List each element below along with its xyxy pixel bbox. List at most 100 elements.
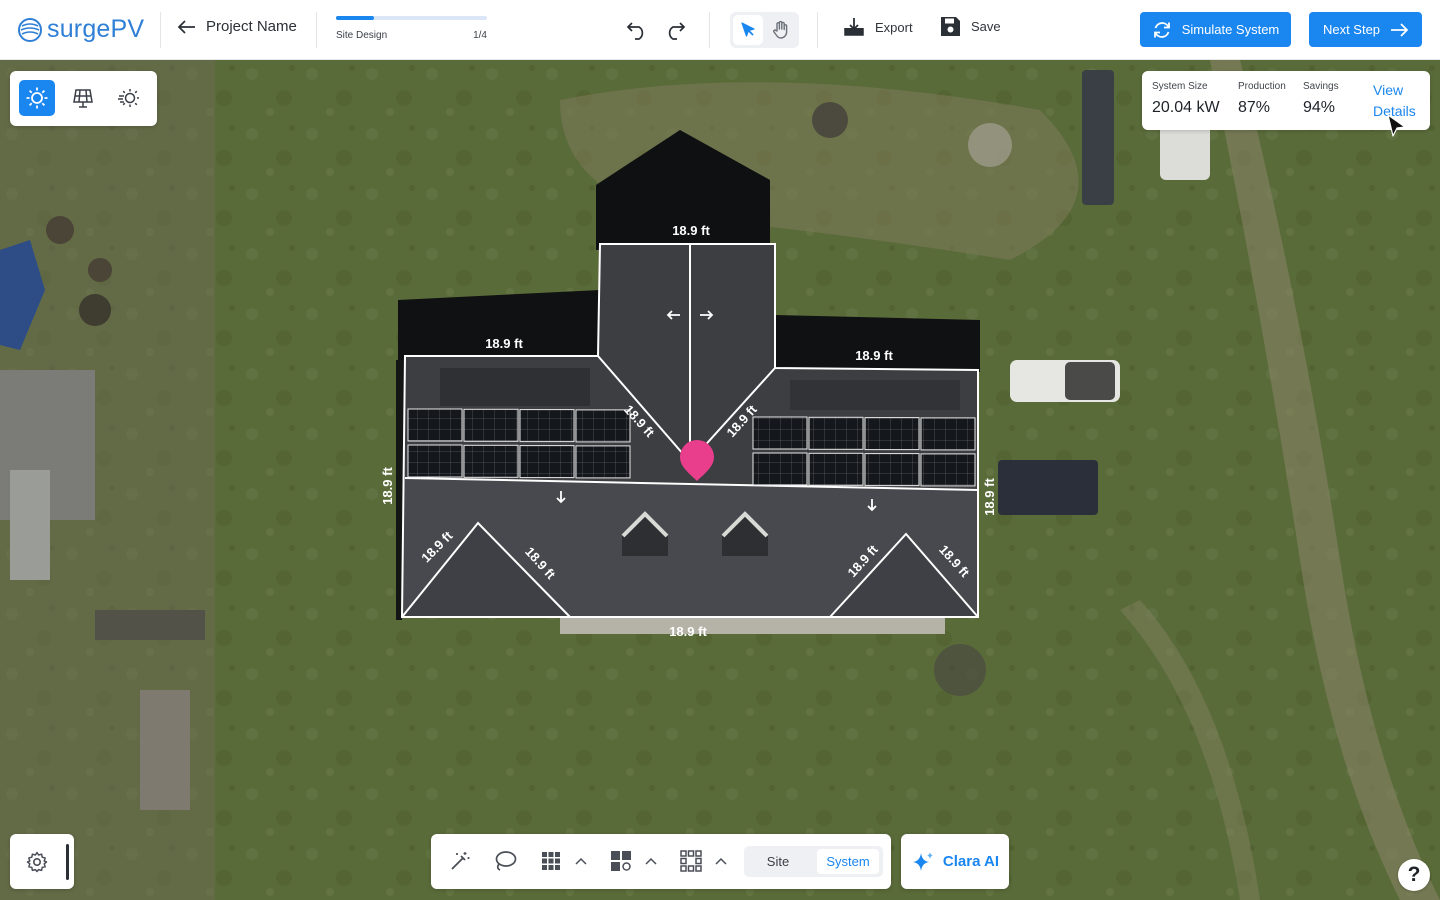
solar-panel-module[interactable] — [407, 408, 463, 442]
sun-view-button[interactable] — [19, 80, 55, 116]
arrow-left-icon — [178, 19, 195, 34]
divider — [709, 12, 710, 48]
hand-icon — [773, 20, 788, 39]
panel-view-button[interactable] — [65, 80, 101, 116]
select-mode-button[interactable] — [733, 15, 763, 45]
settings-panel — [10, 834, 74, 889]
grid-options-toggle[interactable] — [571, 846, 591, 876]
system-size-label: System Size — [1152, 81, 1208, 92]
solar-panel-module[interactable] — [463, 444, 519, 478]
layout-options-toggle[interactable] — [641, 846, 661, 876]
magic-wand-button[interactable] — [445, 846, 475, 876]
project-name: Project Name — [206, 18, 297, 35]
panel-layout-icon — [611, 851, 631, 871]
drawing-toolbar: Site System — [431, 834, 891, 889]
map-canvas[interactable]: 18.9 ft 18.9 ft 18.9 ft 18.9 ft 18.9 ft … — [0, 60, 1440, 900]
solar-panel-module[interactable] — [808, 416, 864, 450]
dimension-label: 18.9 ft — [418, 528, 456, 566]
back-button[interactable]: Project Name — [178, 18, 297, 35]
lasso-button[interactable] — [490, 846, 520, 876]
simulate-system-button[interactable]: Simulate System — [1140, 12, 1291, 47]
top-bar: surgePV Project Name Site Design 1/4 Exp… — [0, 0, 1440, 60]
dimension-label: 18.9 ft — [669, 624, 707, 639]
pan-mode-button[interactable] — [766, 15, 796, 45]
array-options-toggle[interactable] — [711, 846, 731, 876]
redo-icon — [668, 22, 686, 40]
magic-wand-icon — [451, 852, 470, 870]
solar-panel-module[interactable] — [407, 444, 463, 478]
lasso-icon — [495, 851, 517, 871]
chevron-up-icon — [715, 857, 727, 865]
panel-layout-button[interactable] — [606, 846, 636, 876]
brand-name: surgePV — [47, 15, 145, 43]
progress-fill — [336, 16, 374, 20]
solar-panel-module[interactable] — [519, 409, 575, 443]
production-label: Production — [1238, 81, 1286, 92]
brand-logo[interactable]: surgePV — [17, 15, 144, 44]
solar-panel-module[interactable] — [575, 445, 631, 479]
solar-panel-module[interactable] — [864, 417, 920, 451]
dimension-label: 18.9 ft — [485, 336, 523, 351]
array-button[interactable] — [676, 846, 706, 876]
pointer-mode-group — [730, 12, 799, 48]
solar-panel-icon — [73, 89, 93, 108]
divider — [316, 12, 317, 48]
grid-button[interactable] — [536, 846, 566, 876]
chevron-up-icon — [645, 857, 657, 865]
divider — [817, 12, 818, 48]
site-tab[interactable]: Site — [747, 849, 809, 874]
export-button[interactable]: Export — [843, 16, 913, 38]
divider — [160, 12, 161, 48]
solar-panel-module[interactable] — [864, 453, 920, 487]
progress-track — [336, 16, 487, 20]
solar-panel-module[interactable] — [920, 417, 976, 451]
solar-panel-module[interactable] — [463, 408, 519, 442]
undo-icon — [626, 22, 644, 40]
system-tab[interactable]: System — [817, 849, 879, 874]
solar-panel-module[interactable] — [519, 445, 575, 479]
dimension-label: 18.9 ft — [672, 223, 710, 238]
solar-panel-module[interactable] — [808, 452, 864, 486]
solar-panel-module[interactable] — [752, 416, 808, 450]
dimension-label: 18.9 ft — [522, 544, 559, 582]
refresh-icon — [1153, 21, 1170, 38]
roof-layout-overlay[interactable]: 18.9 ft 18.9 ft 18.9 ft 18.9 ft 18.9 ft … — [0, 60, 1440, 900]
clara-ai-button[interactable]: Clara AI — [901, 834, 1009, 889]
settings-button[interactable] — [24, 849, 50, 875]
export-label: Export — [875, 19, 913, 35]
logo-icon — [18, 17, 42, 42]
solar-panel-module[interactable] — [752, 452, 808, 486]
location-pin-icon[interactable] — [680, 440, 714, 481]
next-step-button[interactable]: Next Step — [1309, 12, 1422, 47]
help-button[interactable]: ? — [1398, 859, 1430, 891]
simulate-label: Simulate System — [1181, 22, 1280, 37]
solar-panel-module[interactable] — [575, 409, 631, 443]
export-icon — [844, 18, 864, 36]
dimension-label: 18.9 ft — [982, 478, 997, 516]
mouse-pointer-icon — [1387, 114, 1406, 137]
panel-divider-handle[interactable] — [66, 844, 69, 880]
settings-icon — [26, 851, 48, 873]
production-value: 87% — [1238, 99, 1271, 116]
dimension-label: 18.9 ft — [380, 467, 395, 505]
dimension-label: 18.9 ft — [855, 348, 893, 363]
shade-view-button[interactable] — [111, 80, 147, 116]
chevron-up-icon — [575, 857, 587, 865]
next-step-label: Next Step — [1322, 22, 1381, 37]
dimension-label: 18.9 ft — [845, 542, 882, 580]
system-size-stat: System Size 20.04 kW — [1152, 81, 1220, 117]
production-stat: Production 87% — [1238, 81, 1286, 117]
cursor-icon — [741, 22, 755, 37]
array-icon — [680, 850, 702, 872]
system-stats-panel: System Size 20.04 kW Production 87% Savi… — [1142, 71, 1430, 137]
solar-panel-module[interactable] — [920, 453, 976, 487]
savings-value: 94% — [1303, 99, 1336, 116]
undo-button[interactable] — [623, 16, 651, 44]
save-button[interactable]: Save — [940, 16, 1001, 37]
arrow-right-icon — [1391, 22, 1409, 37]
site-system-toggle: Site System — [744, 846, 883, 877]
save-icon — [941, 17, 960, 36]
step-progress: Site Design 1/4 — [336, 16, 487, 41]
system-size-value: 20.04 kW — [1152, 99, 1220, 116]
redo-button[interactable] — [661, 16, 689, 44]
